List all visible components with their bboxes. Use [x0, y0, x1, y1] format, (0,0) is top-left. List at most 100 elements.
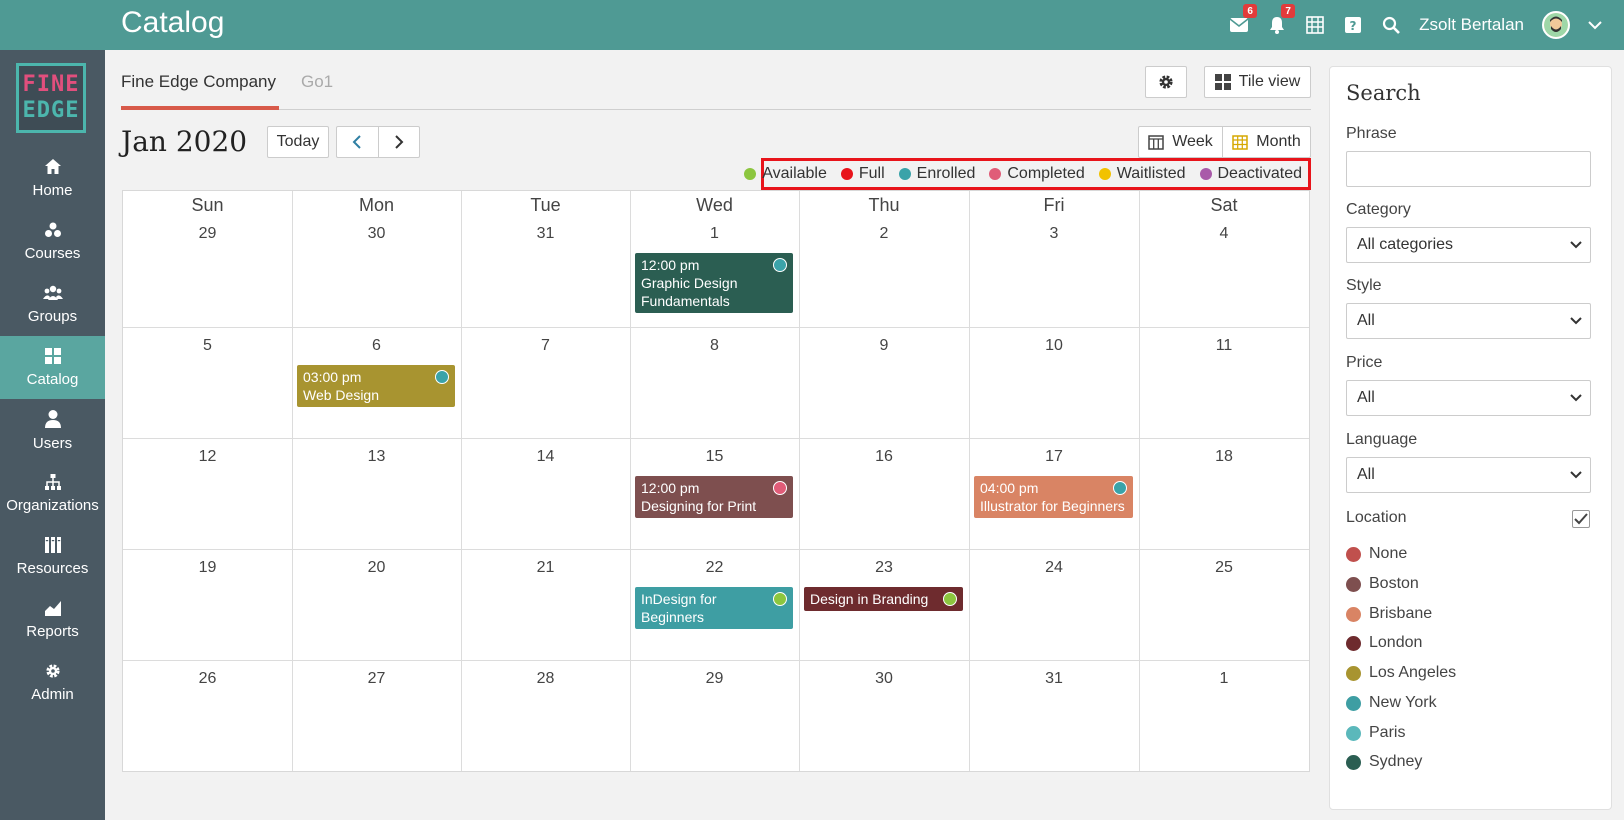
weekday-header-tue: Tue — [530, 195, 561, 215]
location-item-london[interactable]: London — [1346, 634, 1422, 652]
day-cell-number[interactable]: 14 — [461, 448, 630, 466]
event-web-design[interactable]: 03:00 pm Web Design — [297, 365, 455, 407]
prev-month-button[interactable] — [337, 127, 379, 157]
category-value: All categories — [1357, 236, 1454, 253]
today-button[interactable]: Today — [267, 126, 329, 158]
day-cell-number[interactable]: 7 — [461, 337, 630, 355]
event-status-dot — [773, 592, 787, 606]
event-illustrator-for-beginners[interactable]: 04:00 pm Illustrator for Beginners — [974, 476, 1133, 518]
day-cell-number[interactable]: 3 — [969, 225, 1139, 243]
language-label: Language — [1346, 431, 1418, 448]
day-cell-number[interactable]: 2 — [799, 225, 969, 243]
day-cell-number[interactable]: 1 — [1139, 670, 1309, 688]
day-cell-number[interactable]: 13 — [292, 448, 461, 466]
day-cell-number[interactable]: 21 — [461, 559, 630, 577]
catalog-tabs: Fine Edge Company Go1 — [121, 62, 1311, 110]
price-select[interactable]: All — [1346, 380, 1591, 416]
day-cell-number[interactable]: 5 — [123, 337, 292, 355]
event-status-dot — [943, 592, 957, 606]
day-cell-number[interactable]: 30 — [799, 670, 969, 688]
day-cell-number[interactable]: 18 — [1139, 448, 1309, 466]
day-cell-number[interactable]: 9 — [799, 337, 969, 355]
tab-go1[interactable]: Go1 — [301, 72, 333, 92]
day-cell-number[interactable]: 31 — [461, 225, 630, 243]
category-select[interactable]: All categories — [1346, 227, 1591, 263]
sidebar-item-organizations[interactable]: Organizations — [0, 462, 105, 525]
day-cell-number[interactable]: 4 — [1139, 225, 1309, 243]
sidebar-item-courses[interactable]: Courses — [0, 210, 105, 273]
calendar-button[interactable] — [1305, 15, 1325, 35]
user-name[interactable]: Zsolt Bertalan — [1419, 15, 1524, 35]
event-designing-for-print[interactable]: 12:00 pm Designing for Print — [635, 476, 793, 518]
legend-item-waitlisted: Waitlisted — [1098, 165, 1186, 183]
day-cell-number[interactable]: 31 — [969, 670, 1139, 688]
tab-fine-edge-company[interactable]: Fine Edge Company — [121, 72, 276, 92]
help-button[interactable]: ? — [1343, 15, 1363, 35]
search-button[interactable] — [1381, 15, 1401, 35]
day-cell-number[interactable]: 12 — [123, 448, 292, 466]
logo-line-2: EDGE — [22, 98, 80, 123]
event-time: 03:00 pm — [303, 369, 362, 385]
next-month-button[interactable] — [379, 127, 420, 157]
day-cell-number[interactable]: 17 — [969, 448, 1139, 466]
event-design-in-branding[interactable]: Design in Branding — [804, 587, 963, 611]
prev-next-group — [336, 126, 420, 158]
location-item-paris[interactable]: Paris — [1346, 724, 1405, 742]
day-cell-number[interactable]: 30 — [292, 225, 461, 243]
day-cell-number[interactable]: 29 — [630, 670, 799, 688]
day-cell-number[interactable]: 6 — [292, 337, 461, 355]
avatar[interactable] — [1542, 11, 1570, 39]
day-cell-number[interactable]: 19 — [123, 559, 292, 577]
fine-edge-logo[interactable]: FINE EDGE — [16, 63, 86, 133]
location-label: None — [1369, 545, 1408, 562]
location-color-dot — [1346, 635, 1361, 651]
location-label: Sydney — [1369, 753, 1423, 770]
day-cell-number[interactable]: 16 — [799, 448, 969, 466]
sidebar-item-catalog[interactable]: Catalog — [0, 336, 105, 399]
day-cell-number[interactable]: 1 — [630, 225, 799, 243]
location-item-sydney[interactable]: Sydney — [1346, 753, 1422, 771]
location-item-brisbane[interactable]: Brisbane — [1346, 605, 1432, 623]
week-view-button[interactable]: Week — [1138, 126, 1223, 158]
day-cell-number[interactable]: 8 — [630, 337, 799, 355]
event-graphic-design-fundamentals[interactable]: 12:00 pm Graphic Design Fundamentals — [635, 253, 793, 313]
day-cell-number[interactable]: 28 — [461, 670, 630, 688]
location-item-boston[interactable]: Boston — [1346, 575, 1419, 593]
location-checkbox[interactable] — [1572, 510, 1590, 528]
style-select[interactable]: All — [1346, 303, 1591, 339]
location-item-new-york[interactable]: New York — [1346, 694, 1437, 712]
location-item-none[interactable]: None — [1346, 545, 1407, 563]
calendar-icon — [1306, 16, 1324, 34]
day-cell-number[interactable]: 10 — [969, 337, 1139, 355]
phrase-input[interactable] — [1346, 151, 1591, 187]
messages-button[interactable]: 6 — [1229, 4, 1258, 35]
event-time: 12:00 pm — [641, 480, 700, 496]
sidebar-item-admin[interactable]: Admin — [0, 651, 105, 714]
day-cell-number[interactable]: 29 — [123, 225, 292, 243]
day-cell-number[interactable]: 26 — [123, 670, 292, 688]
sidebar-item-groups[interactable]: Groups — [0, 273, 105, 336]
sidebar-item-resources[interactable]: Resources — [0, 525, 105, 588]
location-item-los-angeles[interactable]: Los Angeles — [1346, 664, 1456, 682]
location-color-dot — [1346, 665, 1361, 681]
sidebar-item-users[interactable]: Users — [0, 399, 105, 462]
day-cell-number[interactable]: 11 — [1139, 337, 1309, 355]
sidebar-item-reports[interactable]: Reports — [0, 588, 105, 651]
tile-view-button[interactable]: Tile view — [1204, 66, 1311, 98]
day-cell-number[interactable]: 25 — [1139, 559, 1309, 577]
sidebar-nav: Home Courses Groups Catalog Users Organi… — [0, 147, 105, 714]
settings-button[interactable] — [1145, 66, 1187, 98]
day-cell-number[interactable]: 15 — [630, 448, 799, 466]
day-cell-number[interactable]: 24 — [969, 559, 1139, 577]
day-cell-number[interactable]: 22 — [630, 559, 799, 577]
day-cell-number[interactable]: 20 — [292, 559, 461, 577]
month-view-button[interactable]: Month — [1222, 126, 1311, 158]
notifications-button[interactable]: 7 — [1267, 4, 1296, 35]
day-cell-number[interactable]: 23 — [799, 559, 969, 577]
event-indesign-for-beginners[interactable]: InDesign for Beginners — [635, 587, 793, 629]
sidebar-item-home[interactable]: Home — [0, 147, 105, 210]
language-select[interactable]: All — [1346, 457, 1591, 493]
chevron-down-icon[interactable] — [1588, 20, 1602, 30]
chevron-left-icon — [352, 135, 361, 149]
day-cell-number[interactable]: 27 — [292, 670, 461, 688]
